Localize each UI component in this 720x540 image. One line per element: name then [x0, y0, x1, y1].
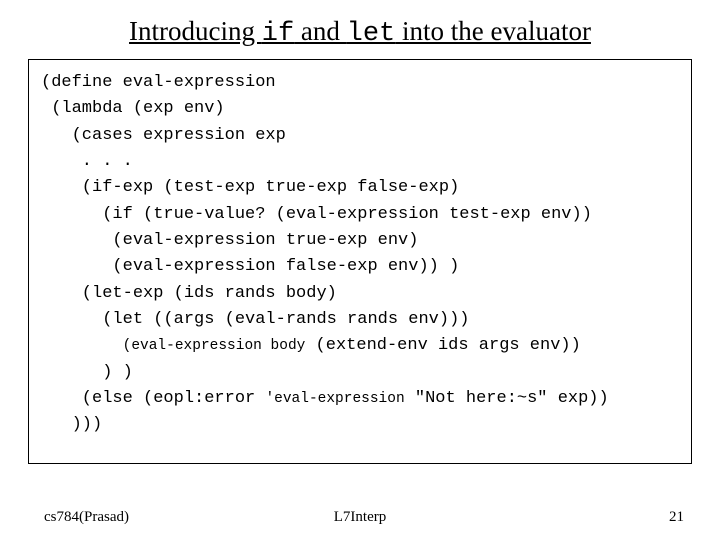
code-line — [41, 336, 123, 355]
title-kw-let: let — [347, 19, 396, 49]
code-line: (if (true-value? (eval-expression test-e… — [41, 205, 592, 224]
code-line: (let ((args (eval-rands rands env))) — [41, 310, 469, 329]
code-line-small: 'eval-expression — [265, 391, 404, 407]
code-line: (let-exp (ids rands body) — [41, 284, 337, 303]
footer-lecture: L7Interp — [28, 509, 692, 526]
code-line-small: (eval-expression body — [123, 338, 306, 354]
code-line: (else (eopl:error — [41, 389, 265, 408]
code-line: . . . — [41, 152, 163, 171]
title-pre: Introducing — [129, 16, 262, 46]
code-line: (if-exp (test-exp true-exp false-exp) — [41, 178, 459, 197]
footer-page-number: 21 — [669, 509, 684, 526]
code-line: (eval-expression false-exp env)) ) — [41, 257, 459, 276]
code-line: (define eval-expression — [41, 73, 276, 92]
title-kw-if: if — [262, 19, 294, 49]
code-line: "Not here:~s" exp)) — [405, 389, 609, 408]
code-line: (extend-env ids args env)) — [305, 336, 580, 355]
code-line: ) ) — [41, 363, 133, 382]
code-block: (define eval-expression (lambda (exp env… — [28, 59, 692, 464]
code-line: (eval-expression true-exp env) — [41, 231, 418, 250]
slide-title: Introducing if and let into the evaluato… — [28, 16, 692, 49]
code-line: ))) — [41, 415, 102, 434]
title-mid: and — [294, 16, 346, 46]
code-line: (cases expression exp — [41, 126, 286, 145]
code-line: (lambda (exp env) — [41, 99, 225, 118]
title-post: into the evaluator — [395, 16, 591, 46]
